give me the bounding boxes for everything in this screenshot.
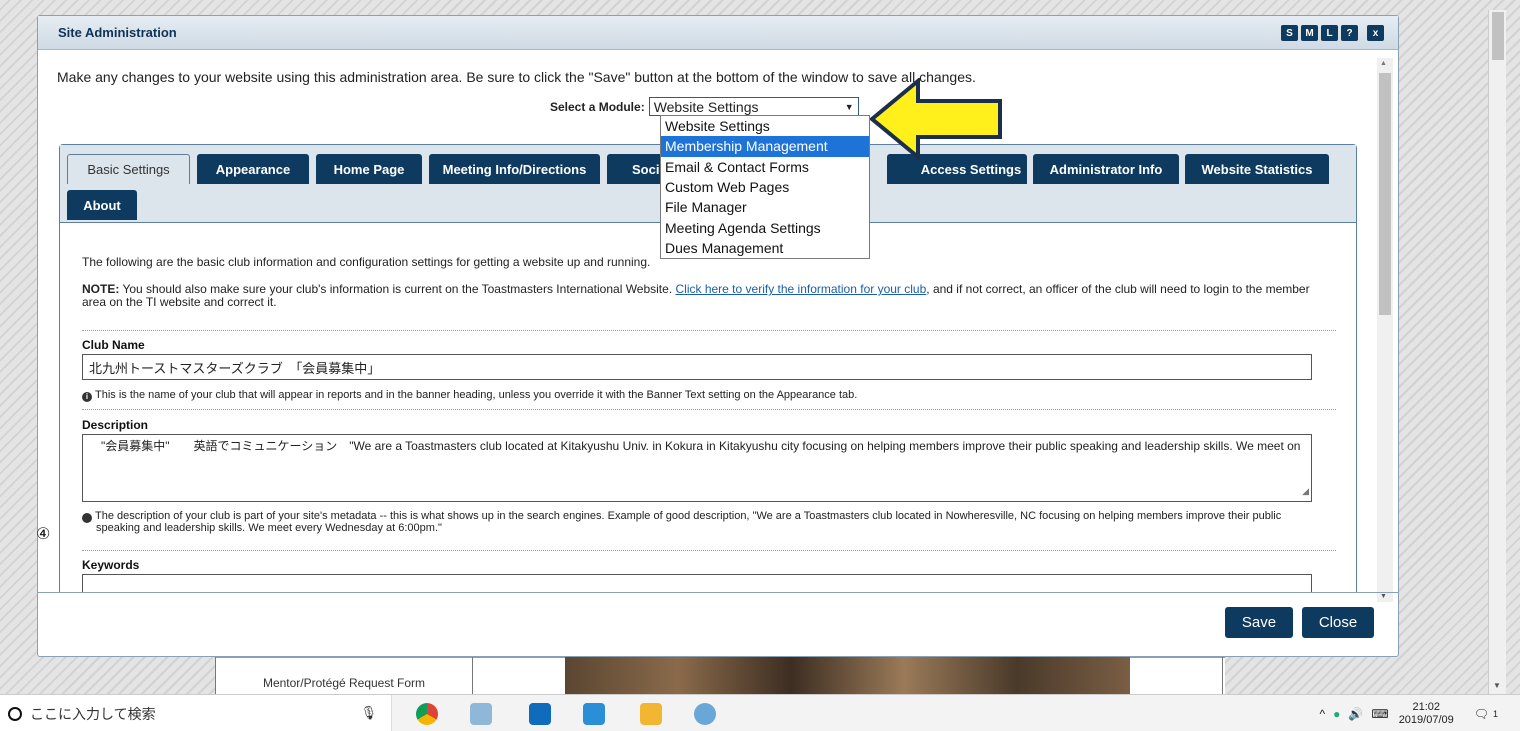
mentor-request-link[interactable]: Mentor/Protégé Request Form [215,657,473,694]
description-hint: i The description of your club is part of… [73,510,1282,534]
close-button[interactable]: Close [1302,607,1374,638]
site-administration-dialog: Site Administration S M L ? x Make any c… [36,15,1399,657]
network-icon[interactable]: ● [1333,707,1340,721]
settings-scrollbar-thumb[interactable] [1379,73,1391,315]
description-textarea[interactable]: "会員募集中" 英語でコミュニケーション "We are a Toastmast… [82,434,1312,502]
save-button[interactable]: Save [1225,607,1293,638]
settings-scrollbar[interactable]: ▲ ▼ [1377,58,1393,602]
module-option-dues-management[interactable]: Dues Management [661,238,869,258]
tab-basic-settings[interactable]: Basic Settings [67,154,190,184]
size-small-button[interactable]: S [1281,25,1298,41]
column-divider [1222,657,1223,694]
tab-home-page[interactable]: Home Page [316,154,422,184]
taskbar-search-box[interactable]: ここに入力して検索 🎙 [0,695,392,731]
clock[interactable]: 21:02 2019/07/09 [1399,701,1454,727]
size-large-button[interactable]: L [1321,25,1338,41]
info-icon: i [82,391,92,402]
system-tray: ^ ● 🔊 ⌨ 21:02 2019/07/09 🗨 1 [1320,695,1520,731]
module-option-email-contact-forms[interactable]: Email & Contact Forms [661,157,869,177]
search-placeholder: ここに入力して検索 [30,705,156,722]
club-photo [565,657,1130,694]
tab-website-statistics[interactable]: Website Statistics [1185,154,1329,184]
volume-icon[interactable]: 🔊 [1348,707,1363,721]
basic-settings-lead: The following are the basic club informa… [82,255,651,269]
module-selector-row: Select a Module: Website Settings ▼ [550,97,859,116]
page-scrollbar-thumb[interactable] [1492,12,1504,60]
module-option-custom-web-pages[interactable]: Custom Web Pages [661,177,869,197]
module-option-meeting-agenda-settings[interactable]: Meeting Agenda Settings [661,217,869,237]
clock-date: 2019/07/09 [1398,713,1454,726]
annotation-marker: ④ [36,526,51,543]
scroll-down-icon[interactable]: ▼ [1493,681,1501,690]
dialog-title: Site Administration [58,25,177,40]
dialog-header-buttons: S M L ? x [1281,25,1384,41]
notification-icon[interactable]: 🗨 [1474,707,1489,721]
scroll-down-icon[interactable]: ▼ [1380,593,1387,600]
help-button[interactable]: ? [1341,25,1358,41]
ti-note: NOTE: You should also make sure your clu… [82,283,1332,309]
note-label: NOTE: [82,282,120,296]
microphone-icon[interactable]: 🎙 [360,705,377,721]
chevron-up-icon[interactable]: ^ [1320,707,1326,721]
tab-appearance[interactable]: Appearance [197,154,309,184]
file-explorer-icon[interactable] [640,703,662,725]
resize-grip-icon[interactable]: ◢ [1302,484,1309,499]
description-label: Description [82,418,149,432]
kanji-app-icon[interactable] [583,703,605,725]
club-name-label: Club Name [82,338,145,352]
page-scrollbar[interactable]: ▼ [1488,10,1506,694]
club-name-input[interactable]: 北九州トーストマスターズクラブ 「会員募集中」 [82,354,1312,380]
module-dropdown-list: Website Settings Membership Management E… [660,115,870,260]
windows-taskbar: ここに入力して検索 🎙 ^ ● 🔊 ⌨ 21:02 2019/07/09 🗨 1 [0,694,1520,731]
divider [82,550,1336,551]
outlook-icon[interactable] [529,703,551,725]
clock-time: 21:02 [1412,700,1440,713]
yellow-pointer-arrow-icon [870,78,1002,160]
chrome-icon[interactable] [416,703,438,725]
scroll-up-icon[interactable]: ▲ [1380,60,1387,67]
keywords-input[interactable] [82,574,1312,592]
tab-meeting-info[interactable]: Meeting Info/Directions [429,154,600,184]
dialog-footer-divider [38,592,1398,593]
people-app-icon[interactable] [470,703,492,725]
tab-about[interactable]: About [67,190,137,220]
info-icon: i [73,512,92,523]
club-name-hint: i This is the name of your club that will… [82,390,857,402]
divider [82,330,1336,331]
module-select-value: Website Settings [653,98,759,115]
chevron-down-icon: ▼ [844,101,854,112]
keywords-label: Keywords [82,558,140,572]
module-option-file-manager[interactable]: File Manager [661,197,869,217]
module-label: Select a Module: [550,99,645,114]
tab-administrator-info[interactable]: Administrator Info [1033,154,1179,184]
cortana-icon[interactable] [8,706,22,721]
module-select[interactable]: Website Settings ▼ [648,97,859,116]
paint-icon[interactable] [694,703,716,725]
module-option-website-settings[interactable]: Website Settings [661,116,869,136]
verify-club-info-link[interactable]: Click here to verify the information for… [676,282,927,296]
module-option-membership-management[interactable]: Membership Management [661,136,869,157]
intro-text: Make any changes to your website using t… [57,69,976,85]
dialog-header: Site Administration S M L ? x [38,16,1398,50]
divider [82,409,1336,410]
keyboard-icon[interactable]: ⌨ [1371,707,1388,721]
note-text-before: You should also make sure your club's in… [119,282,676,296]
close-icon[interactable]: x [1367,25,1384,41]
size-medium-button[interactable]: M [1301,25,1318,41]
notification-count: 1 [1492,708,1498,719]
